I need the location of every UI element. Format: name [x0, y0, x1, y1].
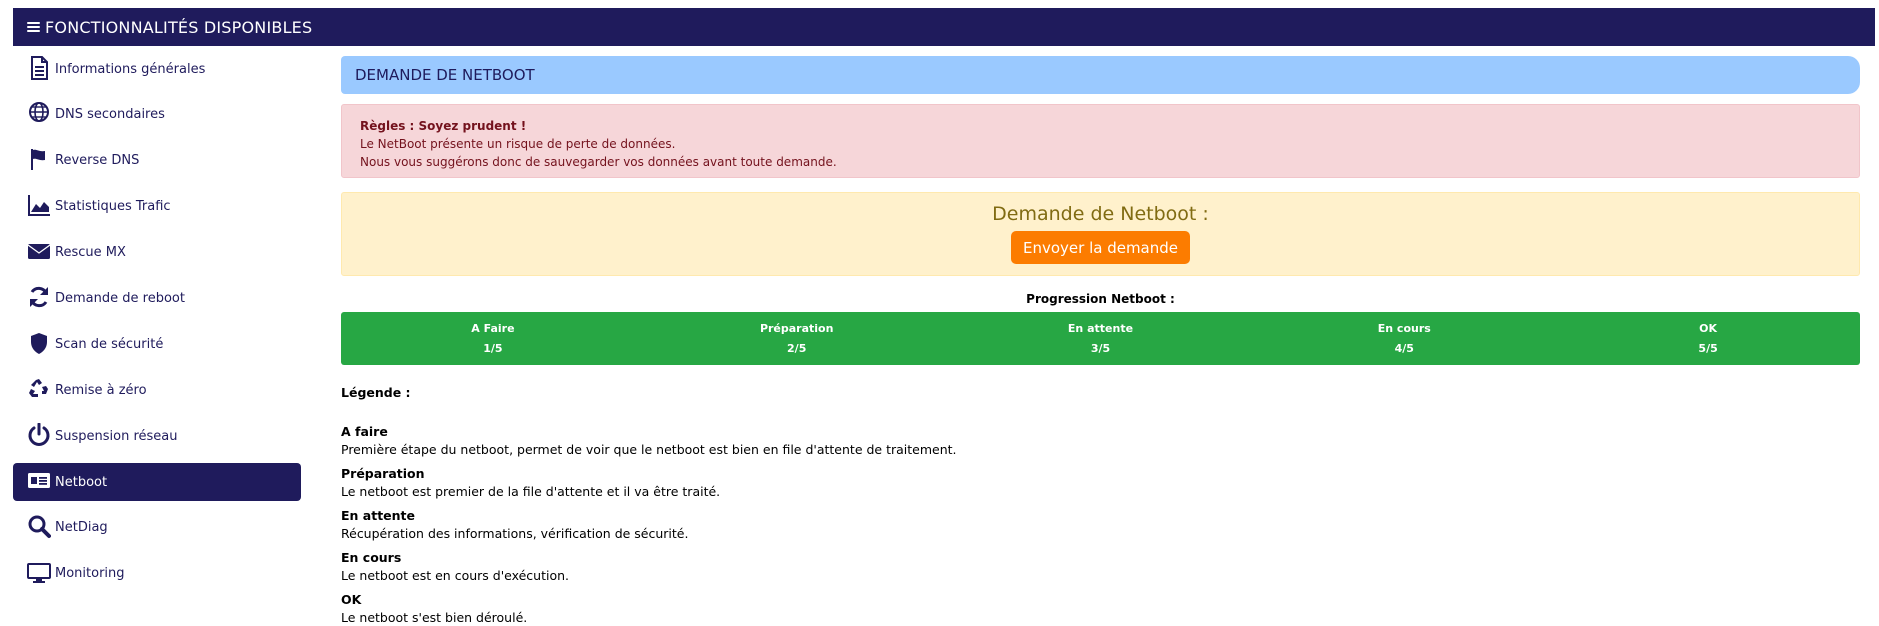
- hamburger-icon[interactable]: [27, 21, 40, 33]
- sidebar-item-label: DNS secondaires: [55, 107, 165, 123]
- legend-term: En cours: [341, 550, 402, 565]
- sidebar-item-reverse-dns[interactable]: Reverse DNS: [13, 142, 301, 180]
- progress-step: En attente 3/5: [949, 312, 1253, 365]
- legend-item: Préparation Le netboot est premier de la…: [341, 465, 1860, 500]
- power-icon: [27, 422, 51, 447]
- legend-term: A faire: [341, 424, 388, 439]
- step-label: OK: [1699, 321, 1718, 335]
- progress-step: OK 5/5: [1556, 312, 1860, 365]
- sidebar-item-label: Suspension réseau: [55, 428, 178, 444]
- globe-icon: [27, 101, 51, 126]
- legend-desc: Le netboot est premier de la file d'atte…: [341, 483, 721, 499]
- main-content: DEMANDE DE NETBOOT Règles : Soyez pruden…: [341, 56, 1860, 626]
- legend-item: En attente Récupération des informations…: [341, 507, 1860, 542]
- step-value: 1/5: [483, 341, 503, 355]
- id-card-icon: [27, 469, 51, 493]
- sidebar-item-label: Rescue MX: [55, 245, 126, 261]
- refresh-icon: [27, 285, 51, 309]
- rules-title: Règles : Soyez prudent !: [360, 119, 527, 133]
- sidebar-item-label: NetDiag: [55, 520, 108, 536]
- sidebar: Informations générales DNS secondaires R…: [13, 50, 301, 601]
- document-icon: [27, 56, 51, 80]
- shield-icon: [27, 331, 51, 355]
- legend-term: En attente: [341, 508, 416, 523]
- sidebar-item-label: Remise à zéro: [55, 382, 147, 398]
- step-value: 3/5: [1090, 341, 1111, 355]
- panel-title: DEMANDE DE NETBOOT: [341, 56, 1860, 94]
- progress-title: Progression Netboot :: [1026, 292, 1175, 306]
- request-title: Demande de Netboot :: [992, 203, 1209, 225]
- legend-item: OK Le netboot s'est bien déroulé.: [341, 591, 1860, 626]
- step-label: Préparation: [759, 321, 834, 335]
- sidebar-item-label: Monitoring: [55, 566, 125, 582]
- sidebar-item-remise-a-zero[interactable]: Remise à zéro: [13, 371, 301, 409]
- step-value: 2/5: [787, 341, 807, 355]
- rules-line: Le NetBoot présente un risque de perte d…: [360, 137, 676, 151]
- search-icon: [27, 515, 51, 539]
- legend-item: En cours Le netboot est en cours d'exécu…: [341, 549, 1860, 584]
- legend-desc: Le netboot est en cours d'exécution.: [341, 567, 570, 583]
- sidebar-item-suspension-reseau[interactable]: Suspension réseau: [13, 417, 301, 455]
- legend-desc: Première étape du netboot, permet de voi…: [341, 441, 957, 457]
- recycle-icon: [27, 377, 51, 401]
- legend-term: Préparation: [341, 466, 425, 481]
- sidebar-item-label: Scan de sécurité: [55, 336, 164, 352]
- header-title: FONCTIONNALITÉS DISPONIBLES: [45, 17, 313, 37]
- sidebar-item-label: Statistiques Trafic: [55, 199, 171, 215]
- send-request-button[interactable]: Envoyer la demande: [1010, 231, 1191, 264]
- sidebar-item-monitoring[interactable]: Monitoring: [13, 555, 301, 593]
- sidebar-item-rescue-mx[interactable]: Rescue MX: [13, 234, 301, 272]
- sidebar-item-label: Reverse DNS: [55, 153, 140, 169]
- sidebar-item-label: Demande de reboot: [55, 290, 185, 306]
- top-header-bar: FONCTIONNALITÉS DISPONIBLES: [13, 8, 1875, 46]
- sidebar-item-scan-de-securite[interactable]: Scan de sécurité: [13, 325, 301, 363]
- progress-step: En cours 4/5: [1252, 312, 1556, 365]
- sidebar-item-label: Informations générales: [55, 61, 206, 77]
- step-value: 4/5: [1394, 341, 1414, 355]
- desktop-icon: [27, 561, 51, 585]
- sidebar-item-label: Netboot: [55, 474, 108, 490]
- sidebar-item-netdiag[interactable]: NetDiag: [13, 509, 301, 547]
- progress-step: A Faire 1/5: [341, 312, 645, 365]
- legend-item: A faire Première étape du netboot, perme…: [341, 423, 1860, 458]
- step-label: A Faire: [471, 321, 515, 335]
- sidebar-item-netboot[interactable]: Netboot: [13, 463, 301, 502]
- sidebar-item-informations-generales[interactable]: Informations générales: [13, 50, 301, 88]
- netboot-request-box: Demande de Netboot : Envoyer la demande: [341, 192, 1860, 276]
- netboot-progress-bar: A Faire 1/5 Préparation 2/5 En attente 3…: [341, 312, 1860, 365]
- sidebar-item-dns-secondaires[interactable]: DNS secondaires: [13, 96, 301, 134]
- legend-desc: Le netboot s'est bien déroulé.: [341, 609, 528, 625]
- legend-title: Légende :: [341, 385, 411, 400]
- area-chart-icon: [27, 194, 51, 218]
- sidebar-item-demande-de-reboot[interactable]: Demande de reboot: [13, 279, 301, 317]
- step-label: En cours: [1377, 321, 1431, 335]
- step-label: En attente: [1067, 321, 1134, 335]
- legend-desc: Récupération des informations, vérificat…: [341, 525, 689, 541]
- rules-alert: Règles : Soyez prudent ! Le NetBoot prés…: [341, 104, 1860, 178]
- envelope-icon: [27, 240, 51, 264]
- sidebar-item-statistiques-trafic[interactable]: Statistiques Trafic: [13, 188, 301, 226]
- legend-term: OK: [341, 592, 362, 607]
- progress-step: Préparation 2/5: [645, 312, 949, 365]
- legend: Légende : A faire Première étape du netb…: [341, 385, 1860, 626]
- step-value: 5/5: [1698, 341, 1718, 355]
- flag-icon: [27, 148, 51, 172]
- rules-line: Nous vous suggérons donc de sauvegarder …: [360, 155, 837, 169]
